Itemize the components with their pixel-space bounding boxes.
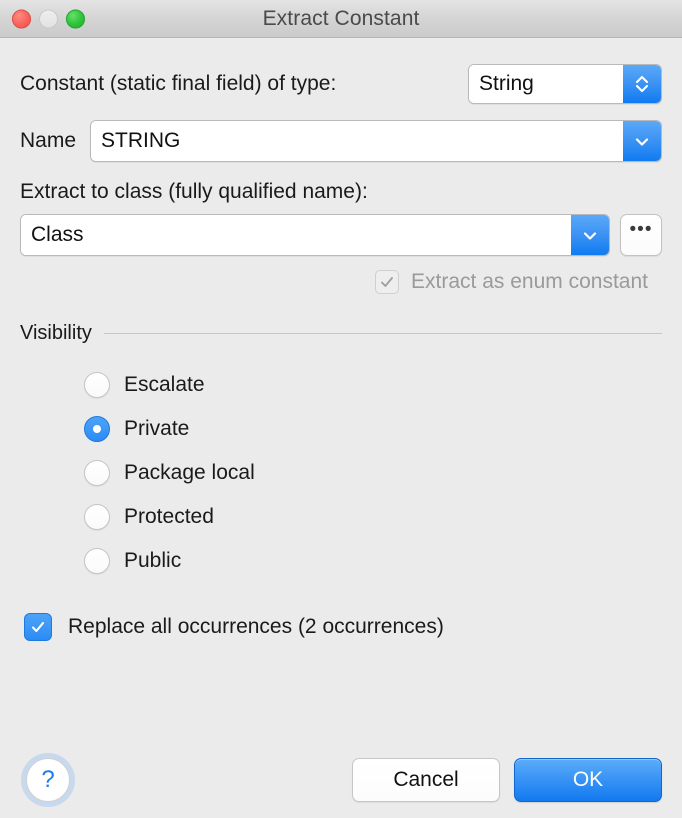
replace-all-occurrences-label: Replace all occurrences (2 occurrences): [68, 615, 444, 638]
replace-all-occurrences-checkbox[interactable]: [24, 613, 52, 641]
radio-package-local-indicator[interactable]: [84, 460, 110, 486]
radio-option-public[interactable]: Public: [84, 539, 662, 583]
chevron-down-icon: [635, 84, 649, 93]
radio-public-label: Public: [124, 549, 182, 572]
name-combo[interactable]: STRING: [90, 120, 662, 162]
constant-type-row: Constant (static final field) of type: S…: [20, 64, 662, 104]
close-button[interactable]: [12, 9, 31, 28]
radio-protected-label: Protected: [124, 505, 214, 528]
name-label: Name: [20, 129, 77, 152]
window-title: Extract Constant: [262, 6, 420, 30]
radio-selected-dot: [93, 425, 101, 433]
ok-button[interactable]: OK: [514, 758, 662, 802]
radio-escalate-label: Escalate: [124, 373, 205, 396]
radio-escalate-indicator[interactable]: [84, 372, 110, 398]
checkmark-icon: [31, 621, 45, 633]
visibility-radio-list: Escalate Private Package local Protected: [20, 363, 662, 583]
radio-private-indicator[interactable]: [84, 416, 110, 442]
type-stepper-button[interactable]: [623, 65, 661, 103]
chevron-up-icon: [635, 75, 649, 84]
zoom-button[interactable]: [66, 9, 85, 28]
help-button[interactable]: ?: [26, 758, 70, 802]
visibility-group-header: Visibility: [20, 322, 662, 345]
replace-all-occurrences-row[interactable]: Replace all occurrences (2 occurrences): [20, 613, 662, 641]
name-dropdown-button[interactable]: [623, 121, 661, 161]
radio-public-indicator[interactable]: [84, 548, 110, 574]
radio-option-escalate[interactable]: Escalate: [84, 363, 662, 407]
radio-package-local-label: Package local: [124, 461, 255, 484]
extract-as-enum-label: Extract as enum constant: [411, 270, 648, 293]
extract-to-class-combo[interactable]: Class: [20, 214, 610, 256]
constant-type-label: Constant (static final field) of type:: [20, 72, 337, 95]
checkmark-icon: [381, 277, 393, 287]
minimize-button[interactable]: [39, 9, 58, 28]
constant-type-combo[interactable]: String: [468, 64, 662, 104]
extract-constant-dialog: Extract Constant Constant (static final …: [0, 0, 682, 802]
traffic-lights: [12, 9, 85, 28]
radio-option-private[interactable]: Private: [84, 407, 662, 451]
radio-private-label: Private: [124, 417, 190, 440]
chevron-down-icon: [635, 137, 649, 146]
radio-option-package-local[interactable]: Package local: [84, 451, 662, 495]
dialog-content: Constant (static final field) of type: S…: [0, 64, 682, 818]
radio-protected-indicator[interactable]: [84, 504, 110, 530]
extract-to-class-row: Class •••: [20, 214, 662, 256]
visibility-group-title: Visibility: [20, 322, 92, 344]
name-row: Name STRING: [20, 120, 662, 162]
constant-type-value[interactable]: String: [469, 65, 623, 103]
extract-to-class-input[interactable]: Class: [21, 215, 571, 255]
question-mark-icon: ?: [41, 766, 55, 793]
class-dropdown-button[interactable]: [571, 215, 609, 255]
window-titlebar: Extract Constant: [0, 0, 682, 38]
group-separator: [103, 333, 662, 334]
extract-as-enum-checkbox: [375, 270, 400, 294]
visibility-group: Visibility Escalate Private Package loca…: [20, 322, 662, 583]
cancel-button[interactable]: Cancel: [352, 758, 500, 802]
radio-option-protected[interactable]: Protected: [84, 495, 662, 539]
chevron-down-icon: [583, 231, 597, 240]
name-input[interactable]: STRING: [91, 121, 623, 161]
browse-class-button[interactable]: •••: [620, 214, 662, 256]
extract-to-class-label: Extract to class (fully qualified name):: [20, 180, 368, 203]
dialog-footer: ? Cancel OK: [0, 742, 682, 818]
extract-as-enum-row: Extract as enum constant: [20, 270, 662, 294]
ellipsis-icon: •••: [629, 219, 653, 240]
